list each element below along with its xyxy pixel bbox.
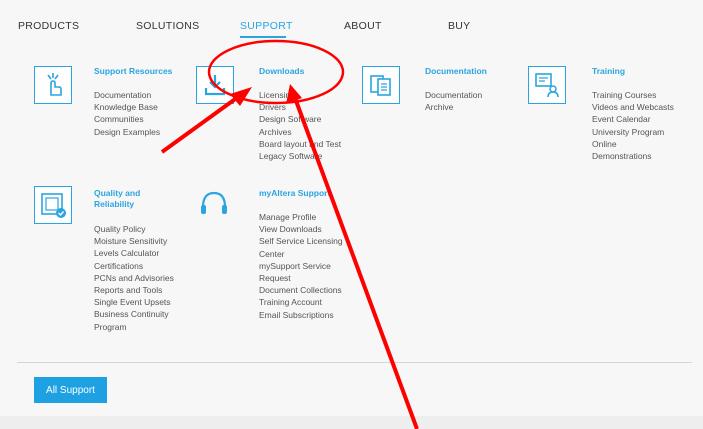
nav-buy[interactable]: BUY [448,20,471,32]
link-legacy-software[interactable]: Legacy Software [259,150,341,162]
link-single-event-upsets[interactable]: Single Event Upsets [94,296,174,308]
link-archive[interactable]: Archive [425,101,482,113]
training-links: Training Courses Videos and Webcasts Eve… [592,89,674,162]
link-communities[interactable]: Communities [94,113,160,125]
headset-icon [196,186,232,222]
link-self-service-licensing[interactable]: Self Service Licensing [259,235,343,247]
quality-links: Quality Policy Moisture Sensitivity Leve… [94,223,174,333]
link-levels-calculator[interactable]: Levels Calculator [94,247,174,259]
link-archives[interactable]: Archives [259,126,341,138]
link-university-program[interactable]: University Program [592,126,674,138]
quality-check-icon [34,186,72,224]
bottom-strip [0,416,703,429]
link-training-courses[interactable]: Training Courses [592,89,674,101]
nav-products[interactable]: PRODUCTS [18,20,79,32]
section-title-myaltera[interactable]: myAltera Support [259,188,330,199]
link-design-software[interactable]: Design Software [259,113,341,125]
link-manage-profile[interactable]: Manage Profile [259,211,343,223]
link-licensing[interactable]: Licensing [259,89,341,101]
link-drivers[interactable]: Drivers [259,101,341,113]
hand-touch-icon [34,66,72,104]
downloads-links: Licensing Drivers Design Software Archiv… [259,89,341,162]
link-moisture-sensitivity[interactable]: Moisture Sensitivity [94,235,174,247]
link-training-account[interactable]: Training Account [259,296,343,308]
link-certifications[interactable]: Certifications [94,260,174,272]
link-program[interactable]: Program [94,321,174,333]
link-documentation[interactable]: Documentation [94,89,160,101]
nav-solutions[interactable]: SOLUTIONS [136,20,199,32]
link-pcns-and-advisories[interactable]: PCNs and Advisories [94,272,174,284]
link-knowledge-base[interactable]: Knowledge Base [94,101,160,113]
link-mysupport-service[interactable]: mySupport Service [259,260,343,272]
documents-icon [362,66,400,104]
documentation-links: Documentation Archive [425,89,482,113]
section-title-downloads[interactable]: Downloads [259,66,304,77]
link-event-calendar[interactable]: Event Calendar [592,113,674,125]
presentation-icon [528,66,566,104]
support-resources-links: Documentation Knowledge Base Communities… [94,89,160,138]
divider [17,362,692,363]
active-tab-underline [240,36,286,38]
top-navigation: PRODUCTS SOLUTIONS SUPPORT ABOUT BUY [0,0,703,46]
quality-title-line1: Quality and [94,188,141,198]
section-title-documentation[interactable]: Documentation [425,66,487,77]
link-email-subscriptions[interactable]: Email Subscriptions [259,309,343,321]
link-design-examples[interactable]: Design Examples [94,126,160,138]
section-title-quality[interactable]: Quality and Reliability [94,188,140,210]
link-demonstrations[interactable]: Demonstrations [592,150,674,162]
link-reports-and-tools[interactable]: Reports and Tools [94,284,174,296]
nav-about[interactable]: ABOUT [344,20,382,32]
link-documentation-docs[interactable]: Documentation [425,89,482,101]
nav-support[interactable]: SUPPORT [240,20,293,32]
section-title-training[interactable]: Training [592,66,625,77]
section-title-support-resources[interactable]: Support Resources [94,66,172,77]
annotation-overlay [160,39,419,429]
download-icon [196,66,234,104]
link-business-continuity[interactable]: Business Continuity [94,308,174,320]
link-board-layout-and-test[interactable]: Board layout and Test [259,138,341,150]
quality-title-line2: Reliability [94,199,135,209]
link-request[interactable]: Request [259,272,343,284]
link-online[interactable]: Online [592,138,674,150]
link-document-collections[interactable]: Document Collections [259,284,343,296]
link-view-downloads[interactable]: View Downloads [259,223,343,235]
all-support-button[interactable]: All Support [34,377,107,403]
link-videos-and-webcasts[interactable]: Videos and Webcasts [592,101,674,113]
link-quality-policy[interactable]: Quality Policy [94,223,174,235]
myaltera-links: Manage Profile View Downloads Self Servi… [259,211,343,321]
link-center[interactable]: Center [259,248,343,260]
